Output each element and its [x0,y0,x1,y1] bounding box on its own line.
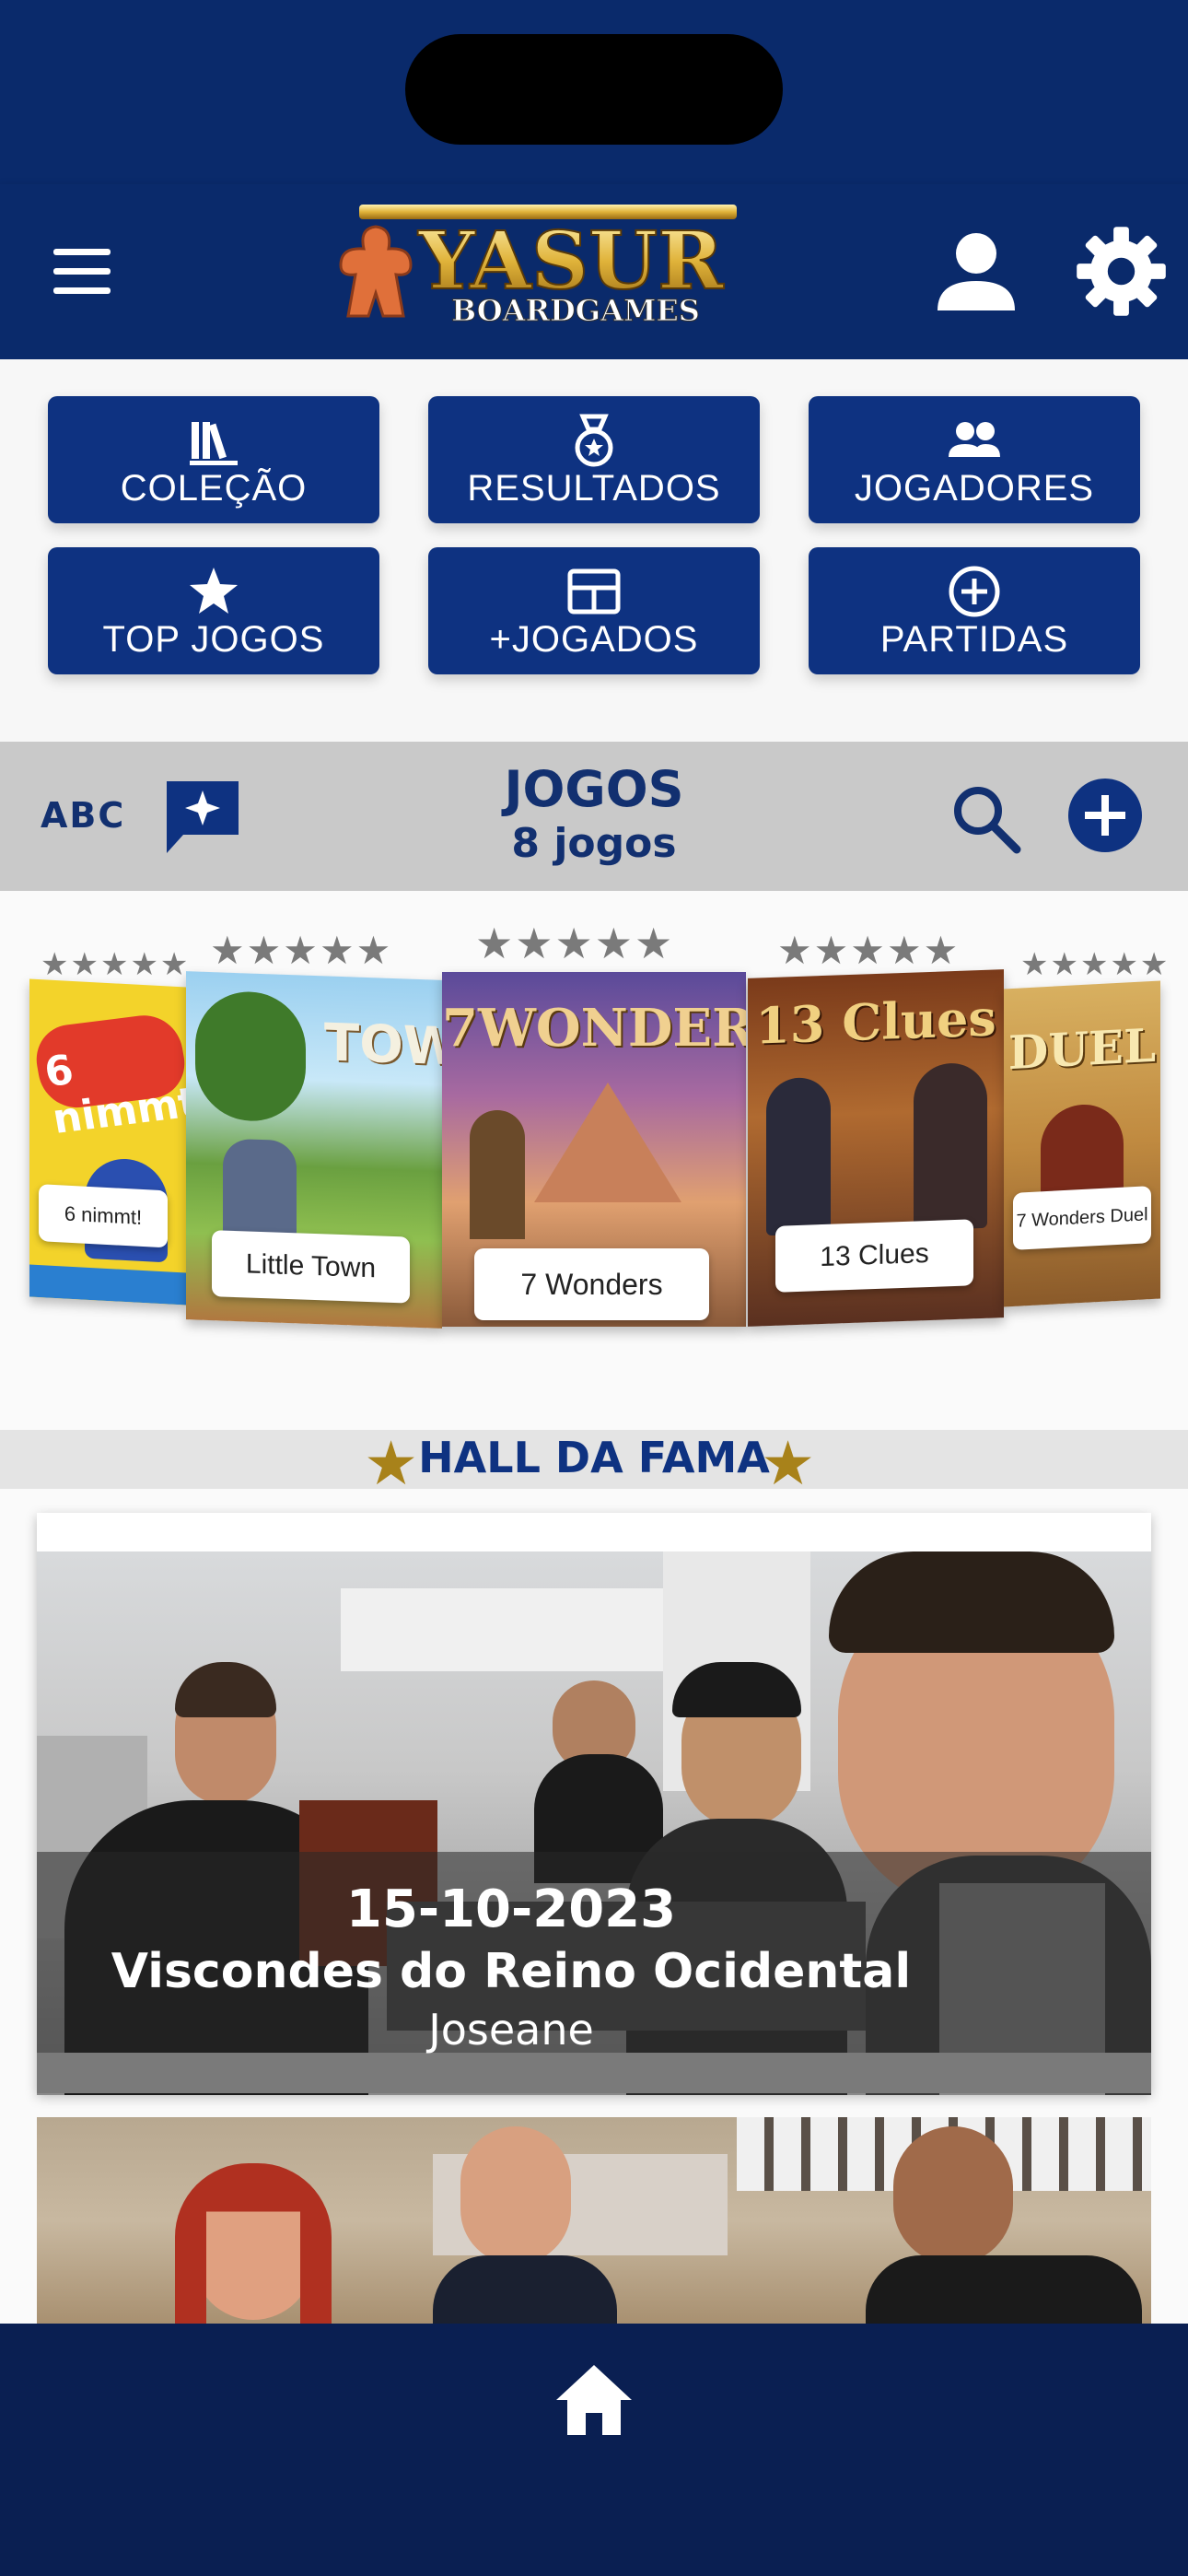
game-card-7-wonders[interactable]: 7WONDERS 7 Wonders [442,972,746,1327]
menu-resultados-button[interactable]: RESULTADOS [428,396,760,523]
rating-stars: ★★★★★ [1020,946,1171,983]
photo-caption-footer [37,2053,1151,2093]
game-card-6-nimmt[interactable]: 6 nimmt! 6 nimmt! [29,978,186,1306]
search-icon[interactable] [949,781,1022,855]
menu-mais-jogados-button[interactable]: +JOGADOS [428,547,760,674]
menu-partidas-label: PARTIDAS [879,619,1069,660]
menu-partidas-button[interactable]: PARTIDAS [809,547,1140,674]
hall-of-fame-photo-2[interactable] [37,2117,1151,2324]
game-label-6-nimmt: 6 nimmt! [39,1184,168,1248]
hall-of-fame-title: HALL DA FAMA [418,1433,770,1482]
add-game-icon[interactable] [1066,777,1144,854]
games-carousel: ★★★★★ 6 nimmt! 6 nimmt! ★★★★★ TOWN Littl… [0,891,1188,1375]
table-icon [567,568,621,615]
game-label-7-wonders: 7 Wonders [474,1248,709,1320]
menu-colecao-label: COLEÇÃO [120,468,308,509]
gear-icon[interactable] [1073,223,1170,320]
rating-stars: ★★★★★ [777,928,961,973]
user-icon[interactable] [930,226,1022,318]
rating-stars: ★★★★★ [210,928,393,973]
hall-of-fame-player: Joseane [428,2005,594,2055]
status-bar [0,0,1188,184]
star-icon [190,568,238,614]
game-label-little-town: Little Town [212,1230,410,1304]
game-label-7-wonders-duel: 7 Wonders Duel [1013,1186,1151,1250]
hall-of-fame-game: Viscondes do Reino Ocidental [111,1944,912,1999]
rating-stars: ★★★★★ [41,946,191,983]
gold-star-icon: ★ [761,1428,816,1499]
menu-grid: COLEÇÃO RESULTADOS JOGADORES TOP JOGOS +… [0,359,1188,742]
game-card-little-town[interactable]: TOWN Little Town [186,971,442,1329]
box-title-6-nimmt: 6 nimmt! [41,1046,186,1143]
game-label-13-clues: 13 Clues [775,1219,973,1293]
group-icon [949,422,1000,457]
menu-resultados-label: RESULTADOS [467,468,721,509]
bottom-navigation [0,2324,1188,2576]
menu-colecao-button[interactable]: COLEÇÃO [48,396,379,523]
medal-icon [575,414,613,467]
menu-jogadores-button[interactable]: JOGADORES [809,396,1140,523]
rating-stars: ★★★★★ [475,919,675,968]
plus-circle-icon [949,566,1000,617]
hamburger-menu-icon[interactable] [53,249,118,295]
dynamic-island [405,34,783,145]
yasur-logo: YASUR BOARDGAMES [339,205,737,329]
menu-top-jogos-label: TOP JOGOS [102,619,325,660]
box-title-7-wonders-duel: DUEL [1007,1017,1157,1081]
box-title-7-wonders: 7WONDERS [442,998,746,1059]
menu-top-jogos-button[interactable]: TOP JOGOS [48,547,379,674]
box-title-little-town: TOWN [324,1013,442,1080]
logo-sub-text: BOARDGAMES [451,293,700,328]
hall-of-fame-date: 15-10-2023 [345,1879,677,1939]
game-card-7-wonders-duel[interactable]: DUEL 7 Wonders Duel [1004,980,1160,1307]
menu-jogadores-label: JOGADORES [854,468,1095,509]
books-icon [190,422,238,465]
box-title-13-clues: 13 Clues [755,988,996,1056]
game-card-13-clues[interactable]: 13 Clues 13 Clues [748,969,1004,1327]
home-icon[interactable] [554,2363,634,2437]
menu-mais-jogados-label: +JOGADOS [489,619,699,660]
